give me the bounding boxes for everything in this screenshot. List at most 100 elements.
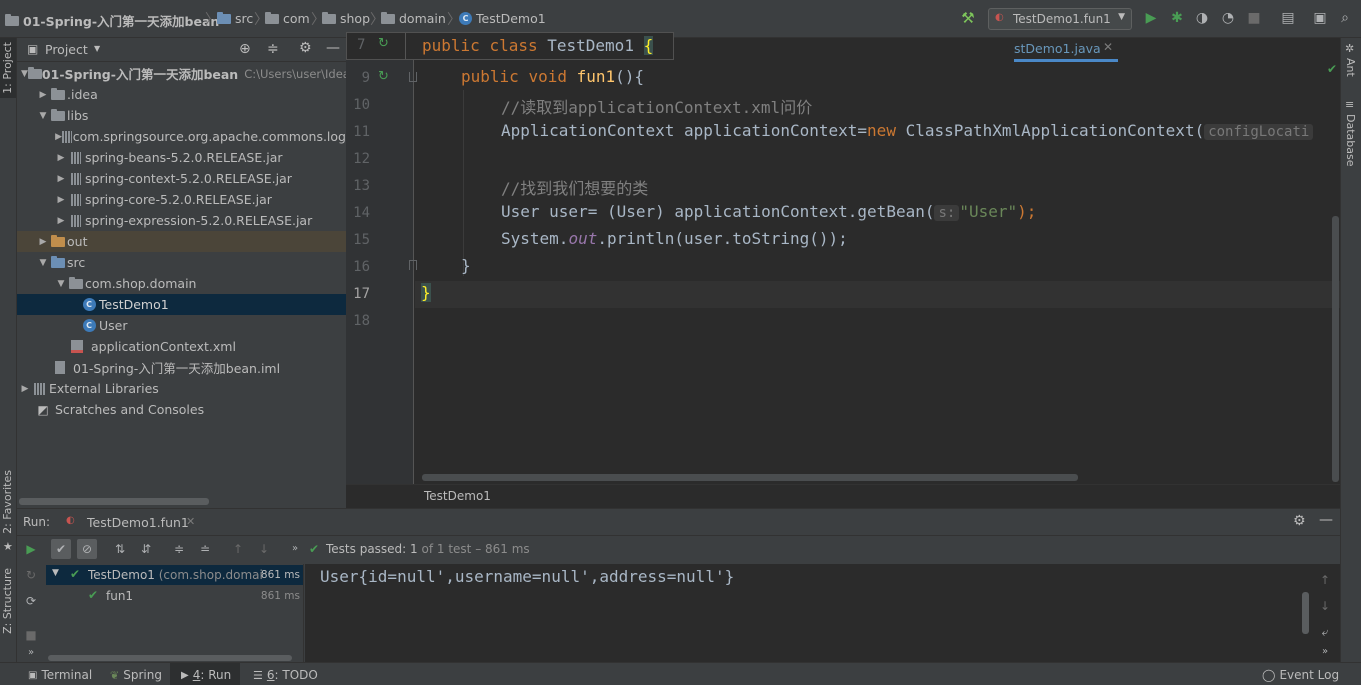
- tree-item-jar[interactable]: ▶ com.springsource.org.apache.commons.lo…: [17, 126, 346, 147]
- tab-structure[interactable]: Z: Structure: [1, 568, 14, 634]
- tree-item-src[interactable]: ▼ src: [17, 252, 346, 273]
- tree-horizontal-scrollbar[interactable]: [48, 655, 292, 661]
- tab-project[interactable]: 1: Project: [1, 42, 14, 94]
- hide-panel-icon[interactable]: —: [1319, 512, 1333, 528]
- breadcrumb-project[interactable]: 01-Spring-入门第一天添加bean: [5, 11, 219, 30]
- close-tab-icon[interactable]: ✕: [1103, 40, 1113, 54]
- search-everywhere-icon[interactable]: ⌕: [1337, 10, 1353, 26]
- rerun-failed-icon[interactable]: ↻: [21, 565, 41, 585]
- fold-marker-icon[interactable]: [409, 260, 417, 270]
- stop-icon[interactable]: ■: [1246, 10, 1262, 26]
- more-actions-icon[interactable]: »: [285, 539, 305, 559]
- console-output[interactable]: User{id=null',username=null',address=nul…: [305, 564, 1340, 663]
- tree-item-application-context[interactable]: applicationContext.xml: [17, 336, 346, 357]
- tree-item-jar[interactable]: ▶ spring-beans-5.2.0.RELEASE.jar: [17, 147, 346, 168]
- tab-spring[interactable]: ❦ Spring: [110, 668, 162, 682]
- stop-icon[interactable]: ■: [21, 625, 41, 645]
- toggle-auto-test-icon[interactable]: ⟳: [21, 591, 41, 611]
- build-hammer-icon[interactable]: ⚒: [960, 10, 976, 26]
- tree-item-libs[interactable]: ▼ libs: [17, 105, 346, 126]
- code-line-17[interactable]: }: [421, 283, 431, 302]
- run-test-gutter-icon[interactable]: ↻: [378, 69, 389, 84]
- tree-item-package[interactable]: ▼ com.shop.domain: [17, 273, 346, 294]
- more-actions-icon[interactable]: »: [1315, 642, 1335, 662]
- more-actions-icon[interactable]: »: [21, 643, 41, 663]
- hide-panel-icon[interactable]: —: [326, 40, 340, 56]
- code-line-14[interactable]: User user= (User) applicationContext.get…: [501, 202, 1036, 221]
- rerun-icon[interactable]: ▶: [21, 539, 41, 559]
- breadcrumb-com[interactable]: com: [265, 11, 310, 26]
- run-class-gutter-icon[interactable]: ↻: [378, 36, 389, 51]
- previous-failed-icon[interactable]: ↑: [228, 539, 248, 559]
- tab-run[interactable]: ▶ 4: Run: [181, 668, 231, 682]
- show-passed-icon[interactable]: ✔: [51, 539, 71, 559]
- tree-item-external-libraries[interactable]: ▶ External Libraries: [17, 378, 346, 399]
- tab-favorites[interactable]: 2: Favorites: [1, 470, 14, 534]
- editor-breadcrumb-class[interactable]: TestDemo1: [424, 489, 491, 503]
- tree-item-jar[interactable]: ▶ spring-context-5.2.0.RELEASE.jar: [17, 168, 346, 189]
- vertical-scrollbar[interactable]: [1332, 216, 1339, 482]
- gear-icon[interactable]: ⚙: [1293, 513, 1306, 529]
- expand-all-icon[interactable]: ≑: [169, 539, 189, 559]
- soft-wrap-icon[interactable]: ⤶: [1315, 622, 1335, 642]
- scroll-up-icon[interactable]: ↑: [1315, 570, 1335, 590]
- tree-item-idea[interactable]: ▶ .idea: [17, 84, 346, 105]
- tree-item-jar[interactable]: ▶ spring-expression-5.2.0.RELEASE.jar: [17, 210, 346, 231]
- project-folder-icon: [27, 66, 42, 79]
- gear-icon[interactable]: ⚙: [299, 40, 312, 56]
- module-file-icon: [55, 361, 65, 374]
- code-line-13[interactable]: //找到我们想要的类: [501, 175, 648, 199]
- horizontal-scrollbar[interactable]: [19, 498, 209, 505]
- next-failed-icon[interactable]: ↓: [254, 539, 274, 559]
- tree-item-project-root[interactable]: ▼ 01-Spring-入门第一天添加bean C:\Users\user\Id…: [17, 63, 350, 84]
- code-line-9[interactable]: public void fun1(){: [461, 67, 644, 86]
- run-configuration-select[interactable]: ◐ TestDemo1.fun1 ▼: [988, 8, 1132, 30]
- locate-file-icon[interactable]: ⊕: [239, 41, 251, 57]
- tree-item-iml[interactable]: 01-Spring-入门第一天添加bean.iml: [17, 357, 346, 378]
- collapse-all-icon[interactable]: ≑: [267, 41, 279, 57]
- test-row[interactable]: ✔ fun1 861 ms: [46, 586, 303, 606]
- sticky-header[interactable]: 7 ↻ public class TestDemo1 {: [346, 32, 674, 60]
- collapsed-arrow-icon: ▶: [55, 131, 62, 142]
- tree-item-jar[interactable]: ▶ spring-core-5.2.0.RELEASE.jar: [17, 189, 346, 210]
- scroll-down-icon[interactable]: ↓: [1315, 596, 1335, 616]
- code-line-15[interactable]: System.out.println(user.toString());: [501, 229, 848, 248]
- coverage-icon[interactable]: ◑: [1194, 10, 1210, 26]
- tree-item-user[interactable]: C User: [17, 315, 346, 336]
- breadcrumb-src[interactable]: src: [217, 11, 253, 26]
- sort-by-duration-icon[interactable]: ⇵: [136, 539, 156, 559]
- tab-database[interactable]: Database: [1344, 114, 1357, 167]
- code-line-16[interactable]: }: [461, 256, 471, 275]
- breadcrumb-file[interactable]: C TestDemo1: [459, 11, 546, 26]
- tab-ant[interactable]: Ant: [1344, 58, 1357, 77]
- tab-event-log[interactable]: ◯ Event Log: [1262, 668, 1339, 682]
- test-row-selected[interactable]: ▼ ✔ TestDemo1 (com.shop.domai 861 ms: [46, 565, 303, 585]
- project-structure-icon[interactable]: ▤: [1280, 10, 1296, 26]
- tree-item-out[interactable]: ▶ out: [17, 231, 346, 252]
- tree-item-scratches[interactable]: ◩ Scratches and Consoles: [17, 399, 346, 420]
- code-line-10[interactable]: //读取到applicationContext.xml问价: [501, 94, 812, 118]
- show-ignored-icon[interactable]: ⊘: [77, 539, 97, 559]
- code-editor[interactable]: stDemo1.java ✕ 9 10 11 12 13 14 15 16 17…: [346, 38, 1340, 484]
- code-line-11[interactable]: ApplicationContext applicationContext=ne…: [501, 121, 1314, 140]
- close-tab-icon[interactable]: ✕: [186, 515, 195, 528]
- project-view-selector[interactable]: Project: [45, 42, 88, 57]
- console-scrollbar[interactable]: [1302, 592, 1309, 634]
- tab-todo[interactable]: ☰ 6: TODO: [253, 668, 318, 682]
- profile-icon[interactable]: ◔: [1220, 10, 1236, 26]
- sort-alphabetically-icon[interactable]: ⇅: [110, 539, 130, 559]
- editor-horizontal-scrollbar[interactable]: [422, 474, 1078, 481]
- tree-item-testdemo1[interactable]: C TestDemo1: [17, 294, 346, 315]
- breadcrumb-domain[interactable]: domain: [381, 11, 446, 26]
- terminal-window-icon[interactable]: ▣: [1312, 10, 1328, 26]
- collapse-all-icon[interactable]: ≐: [195, 539, 215, 559]
- chevron-down-icon[interactable]: ▼: [94, 44, 100, 53]
- jar-icon: [71, 172, 81, 185]
- fold-marker-icon[interactable]: [409, 72, 417, 82]
- run-config-tab[interactable]: ◐ TestDemo1.fun1 ✕: [61, 509, 211, 536]
- tab-terminal[interactable]: ▣ Terminal: [28, 668, 92, 682]
- debug-icon[interactable]: ✱: [1169, 10, 1185, 26]
- passed-check-icon: ✔: [309, 542, 320, 556]
- run-icon[interactable]: ▶: [1143, 10, 1159, 26]
- breadcrumb-shop[interactable]: shop: [322, 11, 370, 26]
